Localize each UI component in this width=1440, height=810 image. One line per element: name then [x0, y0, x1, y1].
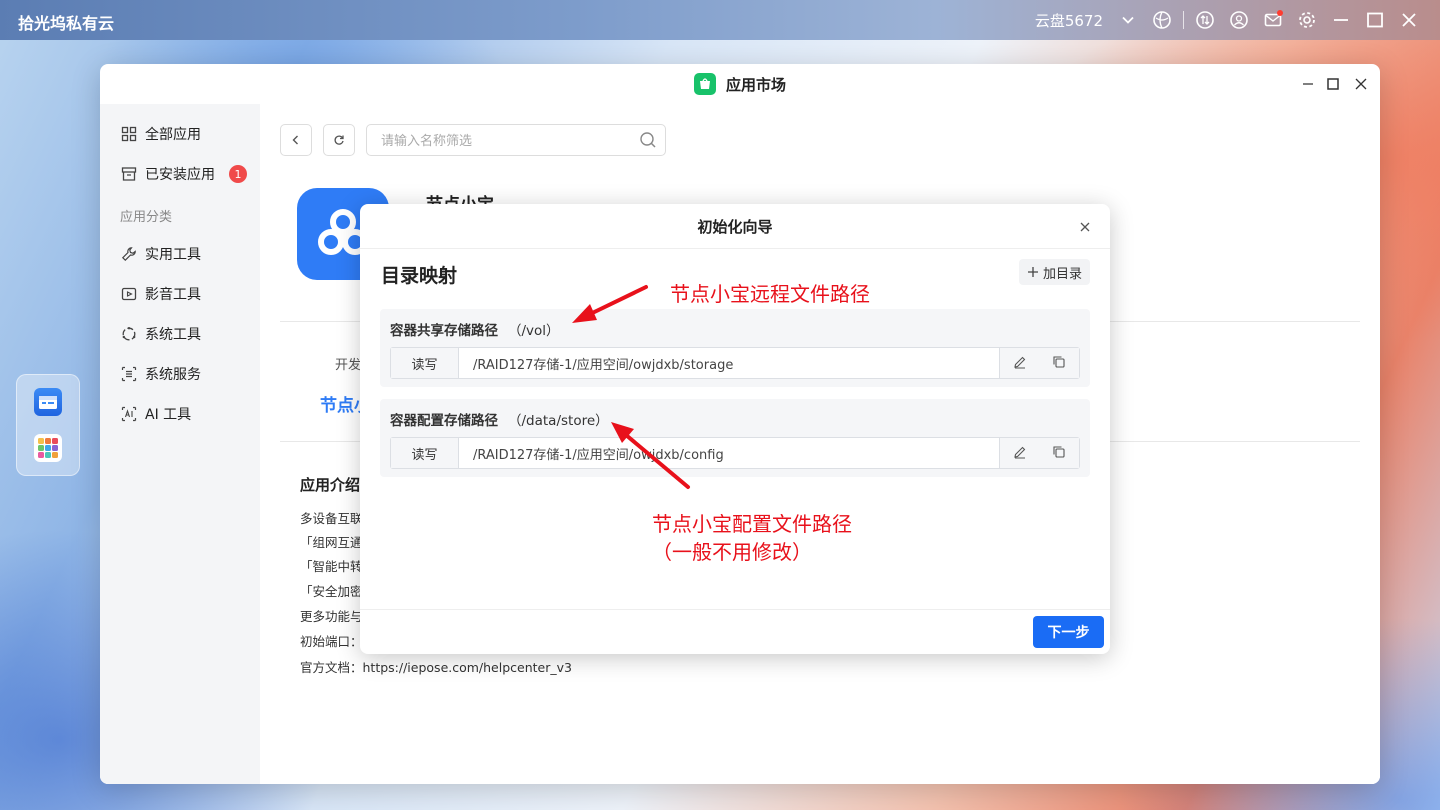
sidebar-item-ai-tools[interactable]: AI 工具 [120, 402, 191, 426]
edit-icon[interactable] [1013, 354, 1027, 373]
search-input[interactable] [367, 125, 627, 155]
next-step-button[interactable]: 下一步 [1033, 616, 1104, 648]
video-player-icon [120, 286, 137, 303]
category-heading: 应用分类 [120, 210, 173, 225]
back-button[interactable] [280, 124, 312, 156]
sidebar-item-label: AI 工具 [145, 407, 192, 423]
system-brand: 拾光坞私有云 [18, 14, 115, 33]
mapping-label: 容器配置存储路径 （/data/store） [390, 409, 609, 429]
mail-unread-dot [1277, 10, 1283, 16]
ai-icon [120, 406, 137, 423]
path-field: 读写 /RAID127存储-1/应用空间/owjdxb/config [390, 437, 1080, 469]
sidebar-item-label: 系统工具 [145, 327, 201, 343]
refresh-button[interactable] [323, 124, 355, 156]
minimize-icon[interactable] [1324, 0, 1358, 40]
sidebar-item-label: 系统服务 [145, 367, 201, 383]
annotation-config-path: 节点小宝配置文件路径 [652, 512, 852, 536]
copy-icon[interactable] [1052, 444, 1066, 463]
window-title-bar: 应用市场 [100, 64, 1380, 104]
path-actions [999, 348, 1079, 378]
sidebar-item-label: 全部应用 [145, 127, 201, 143]
sidebar-item-media[interactable]: 影音工具 [120, 282, 201, 306]
edit-icon[interactable] [1013, 444, 1027, 463]
sidebar-item-all-apps[interactable]: 全部应用 [120, 122, 201, 146]
path-field: 读写 /RAID127存储-1/应用空间/owjdxb/storage [390, 347, 1080, 379]
gear-icon[interactable] [1290, 0, 1324, 40]
transfer-icon[interactable] [1188, 0, 1222, 40]
app-grid-icon[interactable] [34, 434, 62, 462]
user-icon[interactable] [1222, 0, 1256, 40]
annotation-remote-path: 节点小宝远程文件路径 [670, 282, 870, 306]
sidebar: 全部应用 已安装应用 1 应用分类 实用工具 影音工具 系统工具 系统服务 AI… [100, 104, 260, 784]
mapping-row: 容器共享存储路径 （/vol） 读写 /RAID127存储-1/应用空间/owjd… [380, 309, 1090, 387]
dialog-title: 初始化向导 [697, 218, 773, 236]
sidebar-item-label: 影音工具 [145, 287, 201, 303]
mail-icon[interactable] [1256, 0, 1290, 40]
window-title: 应用市场 [725, 75, 786, 94]
intro-line: 初始端口： [300, 634, 363, 649]
sidebar-item-system-tools[interactable]: 系统工具 [120, 322, 201, 346]
close-icon[interactable] [1392, 0, 1426, 40]
annotation-config-hint: （一般不用修改） [652, 540, 812, 564]
chevron-down-icon[interactable] [1111, 0, 1145, 40]
mount-point: （/vol） [508, 323, 560, 339]
system-bar-separator [1183, 11, 1184, 29]
copy-icon[interactable] [1052, 354, 1066, 373]
disk-name[interactable]: 云盘5672 [1035, 10, 1103, 31]
window-minimize-icon[interactable] [1296, 72, 1320, 96]
sidebar-item-utilities[interactable]: 实用工具 [120, 242, 201, 266]
network-icon[interactable] [1145, 0, 1179, 40]
intro-line: 「智能中转 [300, 559, 363, 574]
system-tools-icon [120, 326, 137, 343]
plus-icon [1027, 267, 1038, 277]
init-wizard-dialog: 初始化向导 目录映射 加目录 容器共享存储路径 （/vol） 读写 /RAID12… [360, 204, 1110, 654]
developer-label: 开发 [335, 358, 362, 373]
sidebar-item-label: 已安装应用 [145, 167, 215, 183]
list-service-icon [120, 366, 137, 383]
sidebar-item-label: 实用工具 [145, 247, 201, 263]
system-bar-right: 云盘5672 [1035, 0, 1426, 40]
mapping-label: 容器共享存储路径 （/vol） [390, 319, 560, 339]
add-directory-button[interactable]: 加目录 [1018, 259, 1090, 285]
grid-icon [120, 126, 137, 143]
archive-box-icon [120, 166, 137, 183]
intro-line: 「安全加密 [300, 584, 363, 599]
sidebar-item-system-services[interactable]: 系统服务 [120, 362, 201, 386]
mapping-name: 容器共享存储路径 [390, 323, 498, 339]
system-top-bar: 拾光坞私有云 云盘5672 [0, 0, 1440, 40]
app-store-icon [693, 73, 716, 95]
maximize-icon[interactable] [1358, 0, 1392, 40]
desktop-dock [16, 374, 80, 476]
calendar-app-icon[interactable] [34, 388, 62, 416]
dialog-close-icon[interactable] [1076, 218, 1094, 236]
host-path-value[interactable]: /RAID127存储-1/应用空间/owjdxb/config [459, 438, 999, 468]
window-maximize-icon[interactable] [1321, 72, 1345, 96]
section-title: 目录映射 [381, 265, 458, 287]
window-close-icon[interactable] [1349, 72, 1373, 96]
intro-doc-line: 官方文档：https://iepose.com/helpcenter_v3 [300, 660, 572, 675]
path-actions [999, 438, 1079, 468]
add-directory-label: 加目录 [1042, 266, 1082, 282]
wrench-icon [120, 246, 137, 263]
mount-point: （/data/store） [508, 413, 609, 429]
intro-line: 「组网互通 [300, 535, 363, 550]
host-path-value[interactable]: /RAID127存储-1/应用空间/owjdxb/storage [459, 348, 999, 378]
intro-line: 多设备互联 [300, 511, 363, 526]
mapping-name: 容器配置存储路径 [390, 413, 498, 429]
search-box [366, 124, 666, 156]
mapping-row: 容器配置存储路径 （/data/store） 读写 /RAID127存储-1/应用… [380, 399, 1090, 477]
installed-count-badge: 1 [229, 165, 247, 183]
dialog-footer-divider [360, 609, 1110, 610]
permission-mode[interactable]: 读写 [391, 348, 459, 378]
intro-title: 应用介绍 [300, 476, 361, 494]
refresh-icon [334, 135, 344, 145]
chevron-left-icon [292, 135, 298, 145]
sidebar-item-installed[interactable]: 已安装应用 1 [120, 162, 247, 186]
intro-line: 更多功能与 [300, 609, 363, 624]
permission-mode[interactable]: 读写 [391, 438, 459, 468]
search-icon[interactable] [639, 131, 657, 153]
dialog-divider [360, 248, 1110, 249]
